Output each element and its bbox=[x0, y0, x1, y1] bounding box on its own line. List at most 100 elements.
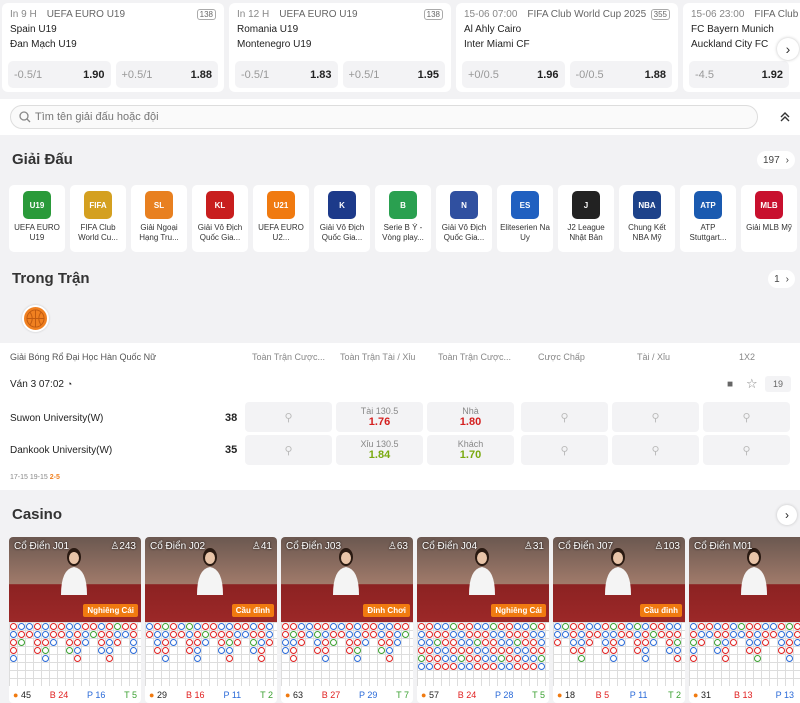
away-win-odds-button[interactable]: Khách 1.70 bbox=[427, 435, 514, 465]
locked-odds-cell[interactable]: ⚲ bbox=[245, 435, 332, 465]
road-dot bbox=[665, 630, 673, 638]
road-dot bbox=[129, 646, 137, 654]
search-box[interactable] bbox=[10, 105, 758, 129]
league-tile[interactable]: ATP ATP Stuttgart... bbox=[680, 185, 736, 252]
road-dot bbox=[529, 654, 537, 662]
odds-button[interactable]: -0.5/1 1.83 bbox=[235, 61, 338, 88]
road-dot bbox=[433, 638, 441, 646]
inplay-count-button[interactable]: 1 › bbox=[768, 270, 795, 288]
match-league: FIFA Club World Cup 2025 (tại... bbox=[527, 9, 647, 20]
road-dot bbox=[609, 622, 617, 630]
league-tile[interactable]: U19 UEFA EURO U19 bbox=[9, 185, 65, 252]
odds-button[interactable]: -4.5 1.92 bbox=[689, 61, 789, 88]
road-dot bbox=[529, 630, 537, 638]
home-win-odds-button[interactable]: Nhà 1.80 bbox=[427, 402, 514, 432]
road-dot bbox=[529, 646, 537, 654]
casino-table-card[interactable]: Cổ Điển J07 ♙103 Cầu đỉnh ● 18 B 5 P 11 T 2 bbox=[553, 537, 685, 703]
league-tile[interactable]: NBA Chung Kết NBA Mỹ bbox=[619, 185, 675, 252]
chevron-right-icon[interactable]: › bbox=[777, 505, 797, 525]
road-dot bbox=[753, 646, 761, 654]
road-dot bbox=[345, 630, 353, 638]
locked-odds-cell[interactable]: ⚲ bbox=[521, 402, 608, 432]
road-dot bbox=[777, 630, 785, 638]
road-dot bbox=[537, 622, 545, 630]
league-tile[interactable]: MLB Giải MLB Mỹ bbox=[741, 185, 797, 252]
road-dot bbox=[145, 622, 153, 630]
road-dot bbox=[689, 622, 697, 630]
road-dot bbox=[41, 638, 49, 646]
road-dot bbox=[489, 654, 497, 662]
casino-table-card[interactable]: Cổ Điển J01 ♙243 Nghiêng Cái ● 45 B 24 P 16 T … bbox=[9, 537, 141, 703]
league-tile[interactable]: B Serie B Ý - Vòng play... bbox=[375, 185, 431, 252]
basketball-icon[interactable] bbox=[22, 305, 49, 332]
league-tile[interactable]: N Giải Vô Địch Quốc Gia... bbox=[436, 185, 492, 252]
road-dot bbox=[129, 622, 137, 630]
road-dot bbox=[489, 622, 497, 630]
search-input[interactable] bbox=[35, 111, 715, 123]
casino-table-card[interactable]: Cổ Điển J04 ♙31 Nghiêng Cái ● 57 B 24 P 28 T 5 bbox=[417, 537, 549, 703]
road-dot bbox=[153, 646, 161, 654]
league-name: Giải Ngoại Hạng Tru... bbox=[139, 223, 179, 242]
odds-button[interactable]: +0/0.5 1.96 bbox=[462, 61, 565, 88]
match-card[interactable]: In 9 H UEFA EURO U19 138 Spain U19 Đan Mạc… bbox=[2, 3, 224, 92]
casino-table-card[interactable]: Cổ Điển M01 ● 31 B 13 P 13 bbox=[689, 537, 800, 703]
road-dot bbox=[9, 630, 17, 638]
road-dot bbox=[161, 654, 169, 662]
odds-button[interactable]: -0/0.5 1.88 bbox=[569, 61, 672, 88]
road-dot bbox=[297, 630, 305, 638]
dealer-image bbox=[741, 548, 767, 595]
chevron-right-icon[interactable]: › bbox=[777, 38, 799, 60]
road-dot bbox=[345, 646, 353, 654]
player-count: ♙103 bbox=[654, 541, 680, 552]
locked-odds-cell[interactable]: ⚲ bbox=[703, 435, 790, 465]
road-dot bbox=[641, 638, 649, 646]
road-dot bbox=[577, 622, 585, 630]
league-tile[interactable]: K Giải Vô Địch Quốc Gia... bbox=[314, 185, 370, 252]
odds-button[interactable]: +0.5/1 1.88 bbox=[115, 61, 218, 88]
under-odds-button[interactable]: Xỉu 130.5 1.84 bbox=[336, 435, 423, 465]
league-tile[interactable]: SL Giải Ngoại Hạng Tru... bbox=[131, 185, 187, 252]
league-tile[interactable]: FIFA FIFA Club World Cu... bbox=[70, 185, 126, 252]
road-dot bbox=[513, 662, 521, 670]
table-name: Cổ Điển J04 bbox=[422, 541, 478, 552]
road-dot bbox=[569, 622, 577, 630]
road-dot bbox=[289, 654, 297, 662]
casino-table-card[interactable]: Cổ Điển J03 ♙63 Đỉnh Chơi ● 63 B 27 P 29 T 7 bbox=[281, 537, 413, 703]
league-tile[interactable]: U21 UEFA EURO U2... bbox=[253, 185, 309, 252]
locked-odds-cell[interactable]: ⚲ bbox=[245, 402, 332, 432]
road-dot bbox=[281, 638, 289, 646]
player-count-stat: P 28 bbox=[495, 690, 514, 700]
road-dot bbox=[297, 638, 305, 646]
league-tile[interactable]: J J2 League Nhật Bản bbox=[558, 185, 614, 252]
league-tile[interactable]: KL Giải Vô Địch Quốc Gia... bbox=[192, 185, 248, 252]
road-dot bbox=[713, 646, 721, 654]
road-dot bbox=[553, 622, 561, 630]
road-dot bbox=[65, 646, 73, 654]
road-dot bbox=[153, 638, 161, 646]
road-dot bbox=[441, 638, 449, 646]
road-dot bbox=[481, 646, 489, 654]
over-odds-button[interactable]: Tài 130.5 1.76 bbox=[336, 402, 423, 432]
road-dot bbox=[489, 646, 497, 654]
locked-odds-cell[interactable]: ⚲ bbox=[612, 435, 699, 465]
road-dot bbox=[97, 638, 105, 646]
video-icon[interactable]: ■ bbox=[727, 379, 733, 390]
league-tile[interactable]: ES Eliteserien Na Uy bbox=[497, 185, 553, 252]
collapse-up-icon[interactable] bbox=[775, 107, 795, 127]
odds-button[interactable]: +0.5/1 1.95 bbox=[342, 61, 445, 88]
odds-button[interactable]: -0.5/1 1.90 bbox=[8, 61, 111, 88]
road-dot bbox=[393, 622, 401, 630]
more-markets-button[interactable]: 19 bbox=[765, 376, 791, 392]
locked-odds-cell[interactable]: ⚲ bbox=[521, 435, 608, 465]
table-stats: ● 31 B 13 P 13 bbox=[689, 687, 800, 703]
casino-table-card[interactable]: Cổ Điển J02 ♙41 Cầu đỉnh ● 29 B 16 P 11 T 2 bbox=[145, 537, 277, 703]
match-card[interactable]: 15-06 07:00 FIFA Club World Cup 2025 (tại… bbox=[456, 3, 678, 92]
game-period: Ván 3 07:02 ◔ bbox=[10, 379, 73, 390]
match-card[interactable]: In 12 H UEFA EURO U19 138 Romania U19 Mont… bbox=[229, 3, 451, 92]
road-dot bbox=[753, 630, 761, 638]
leagues-count-button[interactable]: 197 › bbox=[756, 151, 795, 169]
locked-odds-cell[interactable]: ⚲ bbox=[703, 402, 790, 432]
locked-odds-cell[interactable]: ⚲ bbox=[612, 402, 699, 432]
dealer-video: Cổ Điển J04 ♙31 Nghiêng Cái bbox=[417, 537, 549, 622]
star-icon[interactable]: ☆ bbox=[746, 376, 758, 392]
